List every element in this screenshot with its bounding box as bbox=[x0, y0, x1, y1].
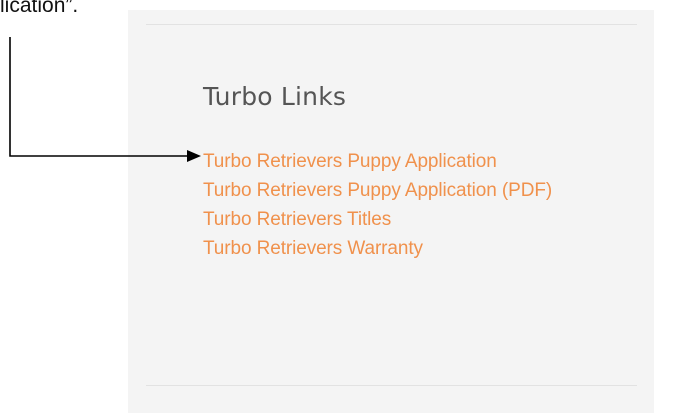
top-divider bbox=[146, 24, 637, 25]
turbo-links-list: Turbo Retrievers Puppy Application Turbo… bbox=[203, 147, 623, 263]
link-puppy-application-pdf[interactable]: Turbo Retrievers Puppy Application (PDF) bbox=[203, 176, 623, 205]
link-warranty[interactable]: Turbo Retrievers Warranty bbox=[203, 234, 623, 263]
list-item: Turbo Retrievers Puppy Application bbox=[203, 147, 623, 176]
list-item: Turbo Retrievers Titles bbox=[203, 205, 623, 234]
widget-title: Turbo Links bbox=[203, 82, 347, 111]
annotation-caption: lication”. bbox=[0, 0, 79, 17]
link-titles[interactable]: Turbo Retrievers Titles bbox=[203, 205, 623, 234]
link-puppy-application[interactable]: Turbo Retrievers Puppy Application bbox=[203, 147, 623, 176]
list-item: Turbo Retrievers Puppy Application (PDF) bbox=[203, 176, 623, 205]
list-item: Turbo Retrievers Warranty bbox=[203, 234, 623, 263]
bottom-divider bbox=[146, 385, 637, 386]
